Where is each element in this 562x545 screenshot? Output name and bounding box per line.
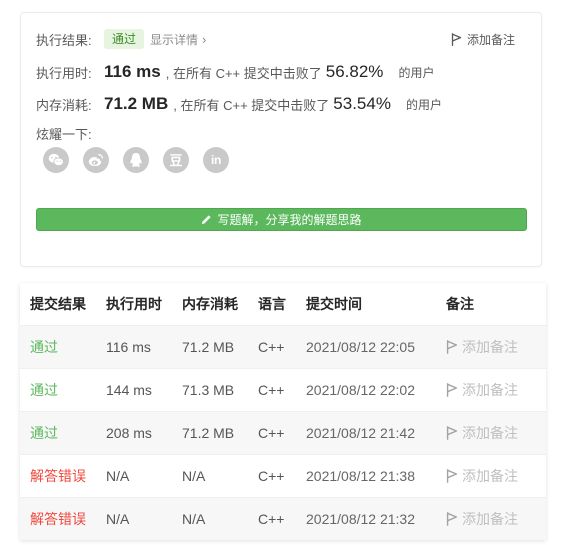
row-add-note-button[interactable]: 添加备注 xyxy=(446,380,546,400)
write-solution-label: 写题解，分享我的解题思路 xyxy=(217,213,362,227)
result-summary-card: 执行结果: 通过 显示详情 › 添加备注 执行用时: 116 ms , 在所有 … xyxy=(20,12,542,267)
header-memory: 内存消耗 xyxy=(182,296,238,312)
submissions-table: 提交结果 执行用时 内存消耗 语言 提交时间 备注 通过 116 ms 71.2… xyxy=(20,283,546,540)
table-row: 解答错误 N/A N/A C++ 2021/08/12 21:32 添加备注 xyxy=(20,497,546,540)
row-add-note-button[interactable]: 添加备注 xyxy=(446,337,546,357)
douban-icon: 豆 xyxy=(169,152,183,168)
pencil-icon xyxy=(201,214,212,225)
memory-cell: 71.2 MB xyxy=(182,425,235,441)
runtime-suffix: 的用户 xyxy=(398,65,435,80)
runtime-percent: 56.82% xyxy=(325,62,384,81)
result-row: 执行结果: 通过 显示详情 › xyxy=(36,28,206,50)
language-cell: C++ xyxy=(258,468,285,484)
language-cell: C++ xyxy=(258,339,285,355)
table-row: 通过 116 ms 71.2 MB C++ 2021/08/12 22:05 添… xyxy=(20,325,546,368)
share-row: 炫耀一下: xyxy=(36,122,104,144)
table-row: 通过 144 ms 71.3 MB C++ 2021/08/12 22:02 添… xyxy=(20,368,546,411)
memory-cell: 71.2 MB xyxy=(182,339,235,355)
row-add-note-label: 添加备注 xyxy=(462,339,518,355)
memory-suffix: 的用户 xyxy=(405,97,442,112)
memory-row: 内存消耗: 71.2 MB , 在所有 C++ 提交中击败了 53.54% 的用… xyxy=(36,93,442,115)
row-add-note-label: 添加备注 xyxy=(462,468,518,484)
memory-cell: 71.3 MB xyxy=(182,382,235,398)
table-row: 解答错误 N/A N/A C++ 2021/08/12 21:38 添加备注 xyxy=(20,454,546,497)
memory-percent: 53.54% xyxy=(333,94,391,113)
runtime-row: 执行用时: 116 ms , 在所有 C++ 提交中击败了 56.82% 的用户 xyxy=(36,61,434,83)
runtime-cell: 116 ms xyxy=(106,339,151,355)
language-cell: C++ xyxy=(258,425,285,441)
row-add-note-label: 添加备注 xyxy=(462,425,518,441)
submission-status-link[interactable]: 通过 xyxy=(30,337,106,357)
row-add-note-label: 添加备注 xyxy=(462,511,518,527)
row-add-note-label: 添加备注 xyxy=(462,382,518,398)
share-weibo-button[interactable] xyxy=(83,147,109,173)
submit-time-cell: 2021/08/12 22:05 xyxy=(306,339,415,355)
memory-beat-text: , 在所有 C++ 提交中击败了 xyxy=(173,97,330,113)
runtime-value: 116 ms xyxy=(104,62,161,81)
submit-time-cell: 2021/08/12 22:02 xyxy=(306,382,415,398)
row-add-note-button[interactable]: 添加备注 xyxy=(446,466,546,486)
memory-label: 内存消耗: xyxy=(36,97,92,113)
memory-cell: N/A xyxy=(182,511,206,527)
language-cell: C++ xyxy=(258,382,285,398)
flag-icon xyxy=(446,383,458,397)
share-qq-button[interactable] xyxy=(123,147,149,173)
memory-cell: N/A xyxy=(182,468,206,484)
qq-icon xyxy=(130,153,142,167)
show-details-label: 显示详情 xyxy=(150,32,199,47)
runtime-cell: 144 ms xyxy=(106,382,152,398)
submission-status-link[interactable]: 通过 xyxy=(30,380,106,400)
runtime-cell: N/A xyxy=(106,468,130,484)
table-row: 通过 208 ms 71.2 MB C++ 2021/08/12 21:42 添… xyxy=(20,411,546,454)
submit-time-cell: 2021/08/12 21:38 xyxy=(306,468,415,484)
flag-icon xyxy=(446,426,458,440)
result-label: 执行结果: xyxy=(36,32,92,48)
memory-value: 71.2 MB xyxy=(104,94,169,113)
weibo-icon xyxy=(88,154,103,166)
submission-status-link[interactable]: 解答错误 xyxy=(30,466,106,486)
chevron-right-icon: › xyxy=(202,31,207,47)
submit-time-cell: 2021/08/12 21:32 xyxy=(306,511,415,527)
header-language: 语言 xyxy=(258,296,286,312)
runtime-cell: N/A xyxy=(106,511,130,527)
row-add-note-button[interactable]: 添加备注 xyxy=(446,423,546,443)
share-wechat-button[interactable] xyxy=(43,147,69,173)
flag-icon xyxy=(451,32,462,46)
header-note: 备注 xyxy=(446,296,474,312)
result-badge: 通过 xyxy=(104,29,145,49)
share-label: 炫耀一下: xyxy=(36,126,92,142)
runtime-cell: 208 ms xyxy=(106,425,152,441)
linkedin-icon: in xyxy=(210,153,222,167)
header-status: 提交结果 xyxy=(30,296,86,312)
submission-status-link[interactable]: 解答错误 xyxy=(30,509,106,529)
add-note-label: 添加备注 xyxy=(466,32,515,47)
flag-icon xyxy=(446,512,458,526)
header-submit-time: 提交时间 xyxy=(306,296,362,312)
submit-time-cell: 2021/08/12 21:42 xyxy=(306,425,415,441)
table-header: 提交结果 执行用时 内存消耗 语言 提交时间 备注 xyxy=(20,283,546,325)
submission-status-link[interactable]: 通过 xyxy=(30,423,106,443)
add-note-button[interactable]: 添加备注 xyxy=(451,28,515,50)
share-linkedin-button[interactable]: in xyxy=(203,147,229,173)
row-add-note-button[interactable]: 添加备注 xyxy=(446,509,546,529)
language-cell: C++ xyxy=(258,511,285,527)
flag-icon xyxy=(446,469,458,483)
show-details-link[interactable]: 显示详情 › xyxy=(150,31,206,48)
runtime-beat-text: , 在所有 C++ 提交中击败了 xyxy=(165,65,322,81)
wechat-icon xyxy=(48,153,64,167)
share-icons: 豆 in xyxy=(43,147,243,173)
write-solution-button[interactable]: 写题解，分享我的解题思路 xyxy=(36,208,527,231)
share-douban-button[interactable]: 豆 xyxy=(163,147,189,173)
header-runtime: 执行用时 xyxy=(106,296,162,312)
runtime-label: 执行用时: xyxy=(36,65,92,81)
flag-icon xyxy=(446,340,458,354)
